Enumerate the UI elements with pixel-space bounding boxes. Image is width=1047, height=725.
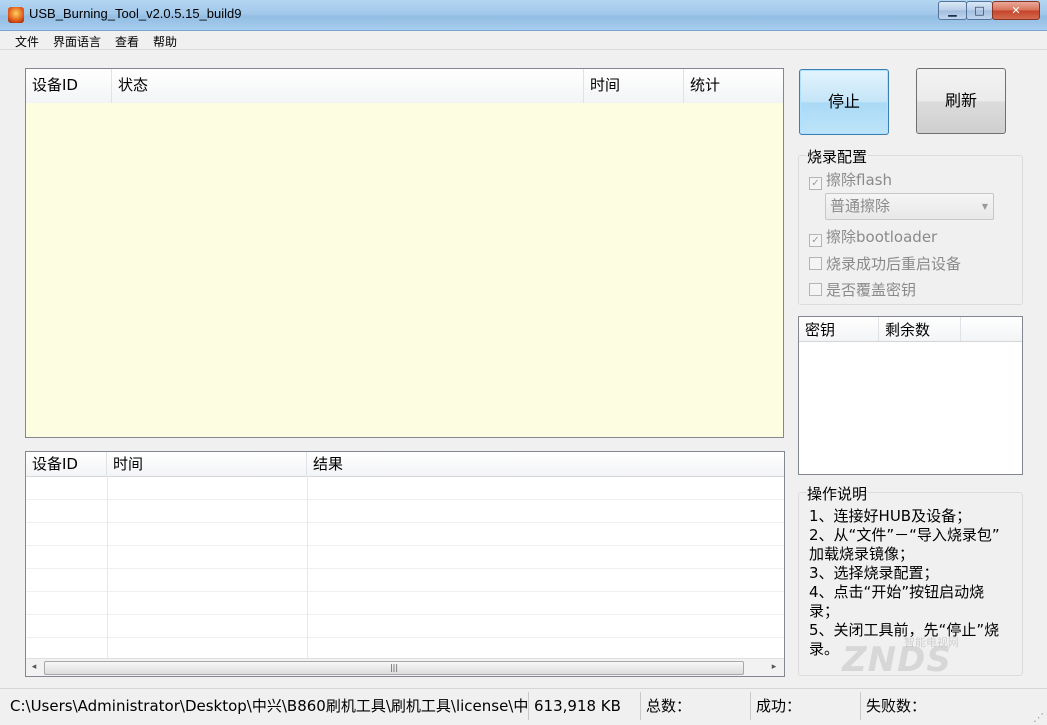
column-device-id[interactable]: 设备ID (26, 69, 112, 103)
table-row[interactable] (26, 591, 784, 615)
checkbox-icon (809, 257, 822, 270)
reboot-after-burn-label: 烧录成功后重启设备 (826, 255, 962, 273)
burn-config-group: 烧录配置 ✓ 擦除flash ✓ 擦除bootloader 烧录成功后重启设备 是否… (798, 146, 1023, 305)
minimize-button[interactable]: ▁ (938, 1, 967, 20)
scroll-thumb[interactable]: ||| (44, 661, 744, 675)
column-status[interactable]: 状态 (112, 69, 584, 103)
instruction-line: 4、点击“开始”按钮启动烧 (809, 583, 985, 601)
instruction-line: 1、连接好HUB及设备； (809, 507, 972, 525)
table-row[interactable] (26, 568, 784, 592)
column-result-time[interactable]: 时间 (107, 452, 307, 476)
znds-watermark-logo: ZNDS (842, 640, 952, 680)
erase-bootloader-label: 擦除bootloader (826, 228, 938, 246)
checkbox-checked-icon: ✓ (809, 234, 822, 247)
instruction-line: 2、从“文件”－“导入烧录包” (809, 526, 1000, 544)
status-failed: 失败数： (866, 697, 927, 715)
device-list-header: 设备ID 状态 时间 统计 (26, 69, 783, 104)
menu-file[interactable]: 文件 (15, 33, 39, 50)
result-list[interactable]: 设备ID 时间 结果 ◂ ||| ▸ (25, 451, 785, 677)
table-row[interactable] (26, 545, 784, 569)
title-bar[interactable]: USB_Burning_Tool_v2.0.5.15_build9 ▁ □ ✕ (0, 0, 1047, 31)
burn-config-title: 烧录配置 (806, 146, 869, 167)
table-row[interactable] (26, 476, 784, 500)
key-list[interactable]: 密钥 剩余数 (798, 316, 1023, 475)
menu-bar: 文件 界面语言 查看 帮助 (0, 31, 1047, 50)
status-total: 总数： (642, 692, 751, 720)
table-row[interactable] (26, 614, 784, 638)
instructions-title: 操作说明 (806, 483, 869, 504)
device-list[interactable]: 设备ID 状态 时间 统计 (25, 68, 784, 438)
instruction-line: 录。 (809, 640, 840, 658)
checkbox-checked-icon: ✓ (809, 177, 822, 190)
maximize-button[interactable]: □ (966, 1, 993, 20)
window-title: USB_Burning_Tool_v2.0.5.15_build9 (29, 6, 242, 21)
status-bar: C:\Users\Administrator\Desktop\中兴\B860刷机… (0, 688, 1047, 725)
reboot-after-burn-checkbox[interactable]: 烧录成功后重启设备 (809, 253, 961, 274)
instruction-line: 3、选择烧录配置； (809, 564, 939, 582)
table-row[interactable] (26, 522, 784, 546)
menu-language[interactable]: 界面语言 (53, 33, 101, 50)
resize-grip-icon[interactable]: ⋰ (1033, 711, 1044, 724)
scroll-right-arrow-icon[interactable]: ▸ (766, 659, 782, 676)
horizontal-scrollbar[interactable]: ◂ ||| ▸ (26, 658, 784, 676)
overwrite-key-checkbox[interactable]: 是否覆盖密钥 (809, 279, 916, 300)
erase-flash-checkbox[interactable]: ✓ 擦除flash (809, 169, 892, 190)
column-result[interactable]: 结果 (307, 452, 784, 476)
status-package-path: C:\Users\Administrator\Desktop\中兴\B860刷机… (6, 692, 529, 720)
status-success: 成功： (752, 692, 861, 720)
erase-bootloader-checkbox[interactable]: ✓ 擦除bootloader (809, 226, 937, 247)
table-row[interactable] (26, 499, 784, 523)
app-icon (8, 7, 24, 23)
result-list-header: 设备ID 时间 结果 (26, 452, 784, 477)
erase-mode-select[interactable]: 普通擦除 ▼ (825, 193, 994, 220)
column-divider (307, 476, 308, 659)
erase-flash-label: 擦除flash (826, 171, 892, 189)
key-list-header: 密钥 剩余数 (799, 317, 1022, 342)
refresh-button[interactable]: 刷新 (916, 68, 1006, 134)
column-stats[interactable]: 统计 (684, 69, 783, 103)
chevron-down-icon: ▼ (981, 202, 988, 211)
column-result-device-id[interactable]: 设备ID (26, 452, 107, 476)
checkbox-icon (809, 283, 822, 296)
column-divider (107, 476, 108, 659)
status-package-size: 613,918 KB (530, 692, 641, 720)
column-time[interactable]: 时间 (584, 69, 684, 103)
close-button[interactable]: ✕ (992, 1, 1040, 20)
stop-button[interactable]: 停止 (799, 69, 889, 135)
instruction-line: 加载烧录镜像； (809, 545, 915, 563)
column-key[interactable]: 密钥 (799, 317, 879, 341)
erase-mode-value: 普通擦除 (830, 197, 891, 215)
instruction-line: 录； (809, 602, 840, 620)
menu-view[interactable]: 查看 (115, 33, 139, 50)
menu-help[interactable]: 帮助 (153, 33, 177, 50)
overwrite-key-label: 是否覆盖密钥 (826, 281, 917, 299)
device-list-body[interactable] (26, 103, 783, 437)
column-remaining[interactable]: 剩余数 (879, 317, 961, 341)
scroll-left-arrow-icon[interactable]: ◂ (26, 659, 42, 676)
